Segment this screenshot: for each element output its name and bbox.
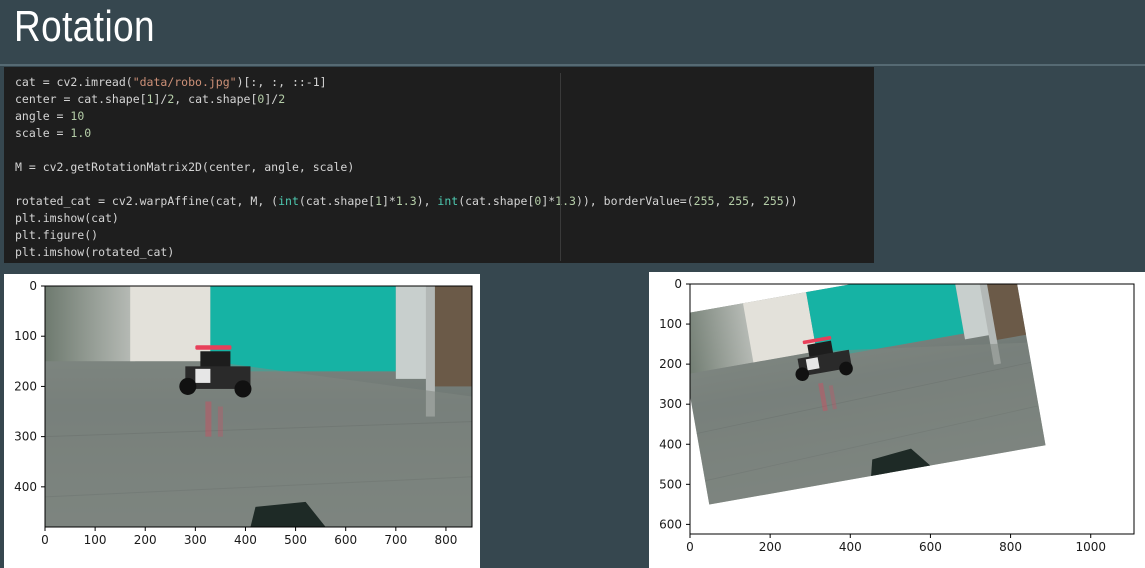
y-tick-label: 0 (29, 279, 37, 293)
y-tick-label: 0 (674, 277, 682, 291)
code-token: 10 (70, 109, 85, 123)
code-token: 1.3 (555, 194, 576, 208)
x-tick-label: 1000 (1075, 540, 1106, 554)
code-token: ]/ (264, 92, 279, 106)
code-line: plt.imshow(rotated_cat) (15, 244, 874, 261)
slide-title: Rotation (14, 2, 156, 51)
code-token: )[:, :, ::-1] (236, 75, 327, 89)
x-tick-label: 400 (234, 533, 257, 547)
code-token: plt.imshow(rotated_cat) (15, 245, 175, 259)
x-tick-label: 100 (84, 533, 107, 547)
x-tick-label: 0 (41, 533, 49, 547)
code-line: M = cv2.getRotationMatrix2D(center, angl… (15, 159, 874, 176)
plot-original-image: 0 100 200 300 400 500 600 700 800 0 100 200 300 400 (4, 274, 480, 568)
code-token: center = cat.shape[ (15, 92, 147, 106)
code-token: plt.figure() (15, 228, 99, 242)
code-token: M = cv2.getRotationMatrix2D(center, angl… (15, 160, 355, 174)
code-line: rotated_cat = cv2.warpAffine(cat, M, (in… (15, 193, 874, 210)
robot-photo (44, 285, 473, 528)
code-token: , (749, 194, 763, 208)
x-tick-label: 800 (434, 533, 457, 547)
code-token: rotated_cat = cv2.warpAffine(cat, M, ( (15, 194, 279, 208)
x-tick-label: 0 (686, 540, 694, 554)
code-token: 2 (278, 92, 286, 106)
x-tick-label: 600 (334, 533, 357, 547)
code-line: plt.figure() (15, 227, 874, 244)
code-token: ]* (541, 194, 556, 208)
code-token: 255 (693, 194, 715, 208)
code-token: , cat.shape[ (174, 92, 258, 106)
code-token: 255 (728, 194, 750, 208)
title-divider (0, 64, 1145, 66)
code-token: 255 (762, 194, 784, 208)
code-token: , (714, 194, 729, 208)
y-tick-label: 100 (659, 317, 682, 331)
code-line: cat = cv2.imread("data/robo.jpg")[:, :, … (15, 74, 874, 91)
code-token: "data/robo.jpg" (132, 75, 237, 89)
code-token: 1.0 (70, 126, 92, 140)
y-tick-label: 200 (14, 379, 37, 393)
x-tick-label: 700 (384, 533, 407, 547)
y-tick-label: 200 (659, 357, 682, 371)
plot-rotated-image: 0 200 400 600 800 1000 0 100 200 300 400 500 600 (649, 272, 1145, 568)
code-column-ruler (560, 73, 561, 261)
code-token: int (437, 194, 459, 208)
x-tick-label: 600 (919, 540, 942, 554)
code-token: 1.3 (395, 194, 417, 208)
code-token: ), (416, 194, 438, 208)
code-line: plt.imshow(cat) (15, 210, 874, 227)
code-token: )), borderValue=( (575, 194, 694, 208)
code-line: center = cat.shape[1]/2, cat.shape[0]/2 (15, 91, 874, 108)
code-cell[interactable]: cat = cv2.imread("data/robo.jpg")[:, :, … (4, 67, 874, 263)
code-token: int (278, 194, 299, 208)
code-token: (cat.shape[ (458, 194, 535, 208)
y-tick-label: 400 (14, 480, 37, 494)
y-tick-label: 300 (14, 430, 37, 444)
code-line: angle = 10 (15, 108, 874, 125)
x-tick-label: 800 (999, 540, 1022, 554)
code-token: 1 (375, 194, 382, 208)
code-token: )) (783, 194, 798, 208)
y-tick-label: 500 (659, 477, 682, 491)
plot-original-canvas: 0 100 200 300 400 500 600 700 800 0 100 200 300 400 (14, 279, 473, 547)
y-tick-label: 600 (659, 517, 682, 531)
y-tick-label: 400 (659, 437, 682, 451)
code-token: cat = cv2.imread( (15, 75, 133, 89)
code-token: ]/ (153, 92, 168, 106)
code-line: scale = 1.0 (15, 125, 874, 142)
x-tick-label: 500 (284, 533, 307, 547)
y-tick-label: 100 (14, 329, 37, 343)
code-token: plt.imshow(cat) (15, 211, 119, 225)
code-token: angle = (15, 109, 71, 123)
x-tick-label: 400 (839, 540, 862, 554)
plot-rotated-canvas: 0 200 400 600 800 1000 0 100 200 300 400 500 600 (659, 277, 1135, 554)
x-tick-label: 200 (134, 533, 157, 547)
x-tick-label: 300 (184, 533, 207, 547)
y-tick-label: 300 (659, 397, 682, 411)
code-token: ]* (382, 194, 396, 208)
code-token: 1 (146, 92, 154, 106)
code-token: scale = (15, 126, 71, 140)
x-tick-label: 200 (759, 540, 782, 554)
code-token: (cat.shape[ (298, 194, 376, 208)
